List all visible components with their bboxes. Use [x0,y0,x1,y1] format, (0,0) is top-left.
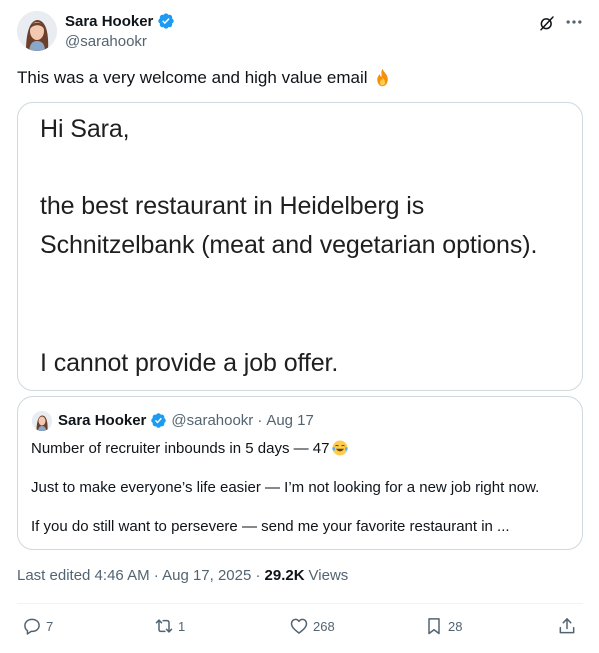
heart-icon [290,618,308,634]
quote-tweet-card[interactable]: Sara Hooker @sarahookr · Aug 17 Number o… [17,396,583,550]
bookmark-button[interactable]: 28 [424,616,462,636]
quote-separator: · [257,412,263,429]
more-options-icon[interactable] [564,12,584,32]
media-line-job-offer: I cannot provide a job offer. [40,349,339,377]
tweet-meta: Last edited 4:46 AM · Aug 17, 2025 · 29.… [17,567,348,584]
views-label: Views [308,567,349,584]
last-edited-timestamp[interactable]: Last edited 4:46 AM · Aug 17, 2025 · [17,567,261,584]
tears-of-joy-emoji-icon [332,440,349,456]
quote-line-not-looking: Just to make everyone’s life easier — I’… [31,479,540,496]
verified-badge-icon [158,13,175,29]
reply-button[interactable]: 7 [22,616,53,636]
quote-line-inbounds: Number of recruiter inbounds in 5 days —… [31,439,349,457]
quote-line-restaurant: If you do still want to persevere — send… [31,518,510,535]
like-count: 268 [313,618,335,634]
tweet: Sara Hooker @sarahookr This was a very w… [0,0,599,653]
media-image[interactable]: Hi Sara, the best restaurant in Heidelbe… [17,102,583,391]
avatar[interactable] [17,11,57,51]
like-button[interactable]: 268 [289,616,335,636]
quote-date: Aug 17 [266,412,314,429]
media-line-schnitzelbank: Schnitzelbank (meat and vegetarian optio… [40,231,538,259]
repost-button[interactable]: 1 [154,616,185,636]
reply-icon [24,618,40,635]
repost-count: 1 [178,618,186,634]
quote-verified-badge-icon [151,413,167,428]
quote-handle: @sarahookr [171,412,254,429]
divider [17,603,583,604]
quote-display-name: Sara Hooker [58,412,147,429]
media-line-restaurant: the best restaurant in Heidelberg is [40,192,425,220]
tweet-text-content: This was a very welcome and high value e… [17,67,368,87]
reply-count: 7 [46,618,54,634]
bookmark-icon [428,618,440,635]
views-count: 29.2K [264,567,305,584]
grok-icon[interactable] [538,14,556,32]
author-display-name[interactable]: Sara Hooker [65,13,153,30]
fire-emoji-icon [376,68,388,87]
author-name-row[interactable]: Sara Hooker [65,12,175,30]
quote-header: Sara Hooker @sarahookr · Aug 17 [58,412,314,429]
repost-icon [155,619,173,633]
author-handle[interactable]: @sarahookr [65,33,147,50]
quote-line-inbounds-text: Number of recruiter inbounds in 5 days —… [31,439,330,457]
share-button[interactable] [557,616,577,636]
media-greeting: Hi Sara, [40,115,130,143]
bookmark-count: 28 [448,618,463,634]
quote-avatar [32,411,52,431]
tweet-text: This was a very welcome and high value e… [17,67,393,88]
share-icon [559,618,575,634]
